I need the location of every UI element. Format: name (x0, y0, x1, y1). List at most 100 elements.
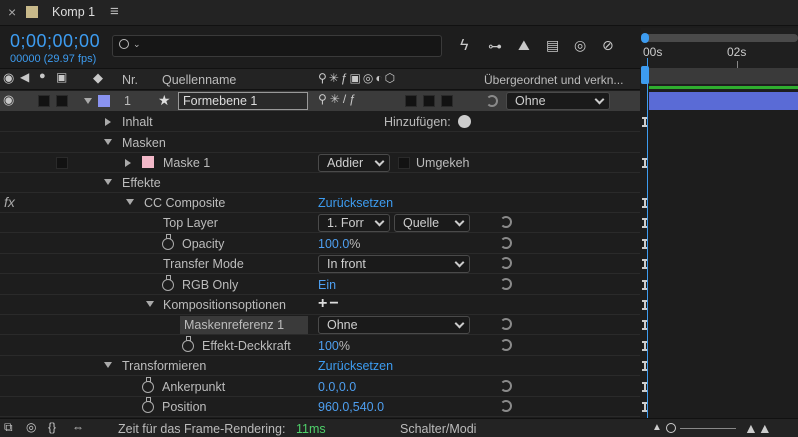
parent-dropdown[interactable]: Ohne (506, 92, 610, 110)
layer-duration-bar[interactable] (649, 92, 798, 110)
lock-toggle[interactable] (56, 95, 68, 107)
timecode-display[interactable]: 0;00;00;00 (10, 31, 100, 52)
column-source-name[interactable]: Quellenname (162, 73, 236, 87)
zoom-in-icon[interactable]: ▲▲ (744, 420, 772, 436)
layer-switches-toggle-icon[interactable]: ◎ (26, 420, 36, 434)
pickwhip-icon[interactable] (500, 278, 512, 290)
prop-cc-composite[interactable]: fx CC Composite Zurücksetzen (0, 193, 640, 213)
stopwatch-icon[interactable] (142, 397, 154, 413)
close-tab-button[interactable]: × (8, 4, 16, 20)
add-play-button[interactable] (458, 115, 471, 128)
in-out-toggle-icon[interactable]: {} (48, 420, 56, 434)
zoom-out-icon[interactable]: ▲ (652, 422, 662, 433)
layer-switches-icons[interactable]: ⚲✳/ƒ (318, 92, 359, 106)
fx-icon[interactable]: fx (4, 194, 15, 210)
top-layer-dropdown[interactable]: 1. Forr (318, 214, 390, 232)
stopwatch-icon[interactable] (182, 336, 194, 352)
add-remove-controls[interactable]: +− (318, 295, 341, 313)
stopwatch-icon[interactable] (162, 275, 174, 291)
stopwatch-icon[interactable] (142, 377, 154, 393)
mask-visibility-toggle[interactable] (56, 157, 68, 169)
search-input[interactable]: ⌄ (112, 35, 442, 57)
prop-position[interactable]: Position 960.0,540.0 (0, 397, 640, 417)
prop-effekte[interactable]: Effekte (0, 173, 640, 193)
playhead-line[interactable] (647, 58, 648, 418)
layer-row[interactable]: ◉ 1 ★ Formebene 1 ⚲✳/ƒ Ohne (0, 91, 640, 111)
expand-masken[interactable] (104, 139, 112, 145)
maskenreferenz-label[interactable]: Maskenreferenz 1 (180, 316, 308, 334)
stretch-toggle-icon[interactable]: ⇔ (72, 420, 84, 434)
lock-icon[interactable]: ▣ (56, 70, 67, 84)
opacity-number[interactable]: 100.0 (318, 237, 349, 251)
rgb-only-value[interactable]: Ein (318, 278, 336, 292)
solo-icon[interactable]: ● (39, 70, 46, 82)
prop-masken[interactable]: Masken (0, 133, 640, 153)
label-tag-icon[interactable]: ◆ (93, 70, 103, 86)
pickwhip-icon[interactable] (486, 95, 498, 107)
pickwhip-icon[interactable] (500, 237, 512, 249)
column-nr[interactable]: Nr. (122, 73, 138, 87)
opacity-value[interactable]: 100.0% (318, 237, 360, 251)
zoom-slider-handle[interactable] (666, 423, 676, 433)
prop-ankerpunkt[interactable]: Ankerpunkt 0.0,0.0 (0, 377, 640, 397)
shy-layers-icon[interactable]: ⛰ (518, 37, 530, 54)
prop-effekt-deckkraft[interactable]: Effekt-Deckkraft 100% (0, 336, 640, 356)
reset-transform-button[interactable]: Zurücksetzen (318, 359, 393, 373)
graph-editor-icon[interactable]: ◎ (574, 37, 586, 54)
frame-blend-icon[interactable]: ▤ (546, 37, 559, 54)
panel-menu-icon[interactable]: ≡ (110, 3, 119, 20)
maskenreferenz-dropdown[interactable]: Ohne (318, 316, 470, 334)
invert-checkbox[interactable] (398, 157, 410, 169)
zoom-slider-track[interactable] (680, 428, 736, 429)
expand-cc-composite[interactable] (126, 199, 134, 205)
prop-kompositionsoptionen[interactable]: Kompositionsoptionen +− (0, 295, 640, 315)
mask-color-swatch[interactable] (142, 156, 154, 168)
pickwhip-icon[interactable] (500, 339, 512, 351)
switches-modes-toggle[interactable]: Schalter/Modi (400, 422, 476, 436)
switch-box-1[interactable] (405, 95, 417, 107)
comp-mini-icon[interactable]: ⧉ (4, 420, 13, 435)
expand-transformieren[interactable] (104, 362, 112, 368)
label-color-swatch[interactable] (98, 95, 110, 107)
tab-title[interactable]: Komp 1 (52, 5, 95, 19)
ankerpunkt-value[interactable]: 0.0,0.0 (318, 380, 356, 394)
pickwhip-icon[interactable] (500, 216, 512, 228)
prop-maskenreferenz[interactable]: Maskenreferenz 1 Ohne (0, 315, 640, 335)
column-parent[interactable]: Übergeordnet und verkn... (484, 73, 623, 87)
flowchart-icon[interactable]: ⊶ (488, 38, 502, 55)
prop-transfer-mode[interactable]: Transfer Mode In front (0, 254, 640, 274)
effekt-deckkraft-value[interactable]: 100% (318, 339, 350, 353)
expand-kompositionsoptionen[interactable] (146, 301, 154, 307)
audio-icon[interactable]: ◀ (20, 70, 29, 84)
top-layer-source-dropdown[interactable]: Quelle (394, 214, 470, 232)
position-value[interactable]: 960.0,540.0 (318, 400, 384, 414)
draft-3d-icon[interactable]: ⊘ (602, 37, 614, 54)
motion-blur-icon[interactable]: ϟ (460, 37, 468, 55)
pickwhip-icon[interactable] (500, 257, 512, 269)
pickwhip-icon[interactable] (500, 318, 512, 330)
prop-opacity[interactable]: Opacity 100.0% (0, 234, 640, 254)
layer-name-field[interactable]: Formebene 1 (178, 92, 308, 110)
reset-button[interactable]: Zurücksetzen (318, 196, 393, 210)
expand-effekte[interactable] (104, 179, 112, 185)
pickwhip-icon[interactable] (500, 400, 512, 412)
deckkraft-number[interactable]: 100 (318, 339, 339, 353)
expand-maske1[interactable] (125, 159, 131, 167)
visibility-eye-icon[interactable]: ◉ (3, 92, 14, 108)
prop-inhalt[interactable]: Inhalt Hinzufügen: (0, 112, 640, 132)
eye-icon[interactable]: ◉ (3, 70, 14, 86)
audio-toggle[interactable] (38, 95, 50, 107)
stopwatch-icon[interactable] (162, 234, 174, 250)
prop-top-layer[interactable]: Top Layer 1. Forr Quelle (0, 213, 640, 233)
work-area-start[interactable] (641, 33, 649, 43)
switch-box-3[interactable] (441, 95, 453, 107)
prop-transformieren[interactable]: Transformieren Zurücksetzen (0, 356, 640, 376)
expand-inhalt[interactable] (105, 118, 111, 126)
work-area-bar[interactable] (643, 34, 798, 42)
mask-mode-dropdown[interactable]: Addier (318, 154, 390, 172)
transfer-mode-dropdown[interactable]: In front (318, 255, 470, 273)
prop-maske1[interactable]: Maske 1 Addier Umgekeh (0, 153, 640, 173)
prop-rgb-only[interactable]: RGB Only Ein (0, 275, 640, 295)
pickwhip-icon[interactable] (500, 380, 512, 392)
timeline-ruler[interactable]: 00s 02s (641, 28, 798, 90)
